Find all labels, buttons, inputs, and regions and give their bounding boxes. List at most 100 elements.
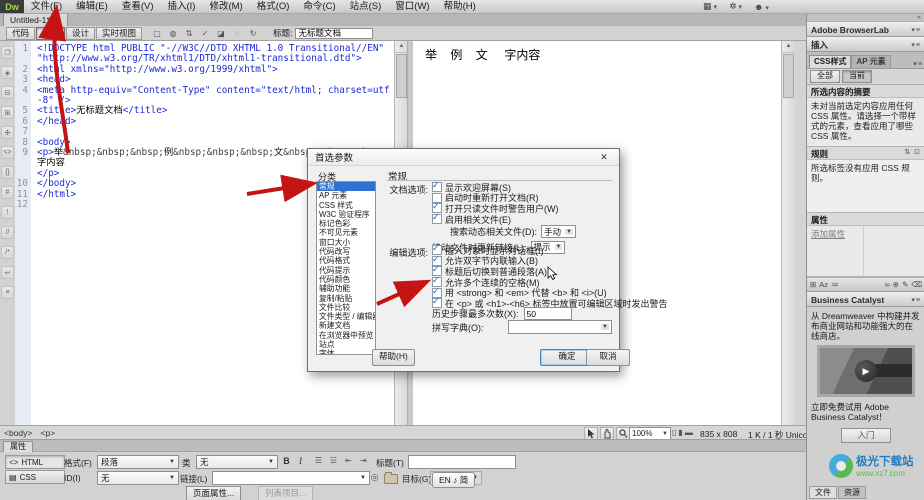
collapse-full-tag-icon[interactable]: ⊟ [1, 86, 14, 99]
menu-item[interactable]: 文件(F) [24, 0, 69, 13]
wrap-tag-icon[interactable]: ↩ [1, 266, 14, 279]
current-button[interactable]: 当前 [842, 70, 872, 83]
scroll-up-icon[interactable]: ▲ [782, 40, 795, 53]
panel-menu-icon[interactable]: ▾≡ [911, 296, 921, 304]
line-numbers-icon[interactable]: # [1, 186, 14, 199]
category-item[interactable]: 代码提示 [317, 266, 375, 275]
user-account-icon[interactable]: ☻ ▾ [754, 2, 769, 12]
category-list[interactable]: 常规AP 元素CSS 样式W3C 验证程序标记色彩不可见元素窗口大小代码改写代码… [316, 181, 376, 355]
history-steps-input[interactable] [524, 307, 572, 320]
category-item[interactable]: 辅助功能 [317, 284, 375, 293]
collapse-selection-icon[interactable]: ⊞ [1, 106, 14, 119]
category-item[interactable]: 窗口大小 [317, 238, 375, 247]
unordered-list-icon[interactable]: ☰ [312, 455, 325, 467]
menu-item[interactable]: 查看(V) [115, 0, 161, 13]
category-item[interactable]: W3C 验证程序 [317, 210, 375, 219]
panel-insert[interactable]: 插入 ▾≡ [807, 37, 924, 52]
attach-stylesheet-icon[interactable]: ∞ [884, 280, 889, 289]
category-item[interactable]: 不可见元素 [317, 228, 375, 237]
document-tab[interactable]: Untitled-1* × [3, 13, 68, 26]
show-list-view-icon[interactable]: Az [819, 280, 828, 289]
category-item[interactable]: 文件比较 [317, 303, 375, 312]
menu-item[interactable]: 命令(C) [296, 0, 342, 13]
category-item[interactable]: 代码改写 [317, 247, 375, 256]
category-item[interactable]: 字体 [317, 349, 375, 355]
tab-css-styles[interactable]: CSS样式 [809, 55, 851, 68]
page-properties-button[interactable]: 页面属性... [186, 486, 241, 500]
new-css-rule-icon[interactable]: ⊕ [893, 280, 899, 289]
title-field-input[interactable] [408, 455, 516, 469]
category-item[interactable]: 站点 [317, 340, 375, 349]
menu-item[interactable]: 插入(I) [160, 0, 202, 13]
dialog-titlebar[interactable]: 首选参数 ✕ [308, 149, 619, 166]
link-input[interactable]: ▼ [212, 471, 370, 485]
category-item[interactable]: AP 元素 [317, 191, 375, 200]
panel-menu-icon[interactable]: ▾≡ [913, 60, 923, 68]
format-select[interactable]: 段落▼ [97, 455, 179, 469]
format-source-icon[interactable]: ≡ [1, 286, 14, 299]
help-button[interactable]: 帮助(H) [372, 349, 415, 366]
tablet-size-icon[interactable]: ▮ [678, 428, 682, 437]
view-button-拆分[interactable]: 拆分 [36, 27, 65, 40]
bc-get-started-button[interactable]: 入门 [841, 428, 891, 443]
option-select[interactable]: 手动▼ [541, 225, 576, 238]
dock-collapse-strip[interactable]: « [807, 13, 924, 22]
option-checkbox-row[interactable]: 启用相关文件(E) [432, 214, 576, 225]
bold-button[interactable]: B [280, 455, 293, 467]
desktop-size-icon[interactable]: ▬ [685, 428, 693, 437]
checkbox-checked[interactable] [432, 182, 442, 192]
window-size-value[interactable]: 835 x 808 [700, 429, 737, 439]
panel-menu-icon[interactable]: ▾≡ [911, 41, 921, 49]
select-parent-tag-icon[interactable]: <> [1, 146, 14, 159]
all-button[interactable]: 全部 [810, 70, 840, 83]
view-button-代码[interactable]: 代码 [6, 27, 35, 40]
view-button-设计[interactable]: 设计 [66, 27, 95, 40]
remove-comment-icon[interactable]: /* [1, 246, 14, 259]
tag-selector-item[interactable]: <body> [4, 428, 32, 438]
dock-tab-资源[interactable]: 资源 [838, 486, 866, 499]
w3c-validation-icon[interactable]: ✓ [198, 28, 212, 39]
outdent-icon[interactable]: ⇤ [342, 455, 355, 467]
balance-braces-icon[interactable]: {} [1, 166, 14, 179]
apply-comment-icon[interactable]: // [1, 226, 14, 239]
show-current-mode-icon[interactable]: ≔ [831, 280, 839, 289]
collapse-to-icons-icon[interactable]: « [917, 14, 921, 21]
refresh-design-view-icon[interactable]: ↻ [246, 28, 260, 39]
panel-browserlab[interactable]: Adobe BrowserLab ▾≡ [807, 22, 924, 37]
menu-item[interactable]: 站点(S) [343, 0, 389, 13]
id-select[interactable]: 无▼ [97, 471, 179, 485]
view-button-实时视图[interactable]: 实时视图 [96, 27, 142, 40]
preview-in-browser-icon[interactable]: ◍ [166, 28, 180, 39]
edit-style-icon[interactable]: ✎ [902, 280, 908, 289]
browse-folder-icon[interactable] [384, 474, 398, 484]
menu-item[interactable]: 帮助(H) [437, 0, 483, 13]
scrollbar-thumb[interactable] [396, 54, 407, 98]
menu-item[interactable]: 格式(O) [250, 0, 297, 13]
cancel-button[interactable]: 取消 [586, 349, 630, 366]
workspace-switcher-icon[interactable]: ▦ ▾ [703, 1, 717, 12]
highlight-invalid-code-icon[interactable]: ! [1, 206, 14, 219]
open-documents-icon[interactable]: ❐ [1, 46, 14, 59]
dock-tab-文件[interactable]: 文件 [809, 486, 837, 499]
file-management-icon[interactable]: ⇅ [182, 28, 196, 39]
scrollbar-thumb[interactable] [783, 54, 794, 98]
cs-services-icon[interactable]: ✲ ▾ [729, 1, 742, 12]
category-item[interactable]: 代码格式 [317, 256, 375, 265]
category-item[interactable]: 新建文档 [317, 321, 375, 330]
bc-video-thumbnail[interactable]: ▶ [817, 345, 915, 397]
category-item[interactable]: 在浏览器中预览 [317, 331, 375, 340]
option-select-row[interactable]: 搜索动态相关文件(D):手动▼ [432, 226, 576, 237]
panel-menu-icon[interactable]: ▾≡ [911, 26, 921, 34]
italic-button[interactable]: I [294, 455, 307, 467]
visual-aids-icon[interactable]: ◌ [230, 28, 244, 39]
show-category-view-icon[interactable]: ⊞ [810, 280, 816, 289]
play-icon[interactable]: ▶ [855, 360, 877, 382]
expand-all-icon[interactable]: ✣ [1, 126, 14, 139]
checkbox-checked[interactable] [432, 214, 442, 224]
close-icon[interactable]: ✕ [596, 152, 612, 163]
class-select[interactable]: 无▼ [196, 455, 278, 469]
category-item[interactable]: 复制/粘贴 [317, 294, 375, 303]
check-browser-compat-icon[interactable]: ◪ [214, 28, 228, 39]
category-item[interactable]: CSS 样式 [317, 201, 375, 210]
multiscreen-icon[interactable]: ▢ [150, 28, 164, 39]
